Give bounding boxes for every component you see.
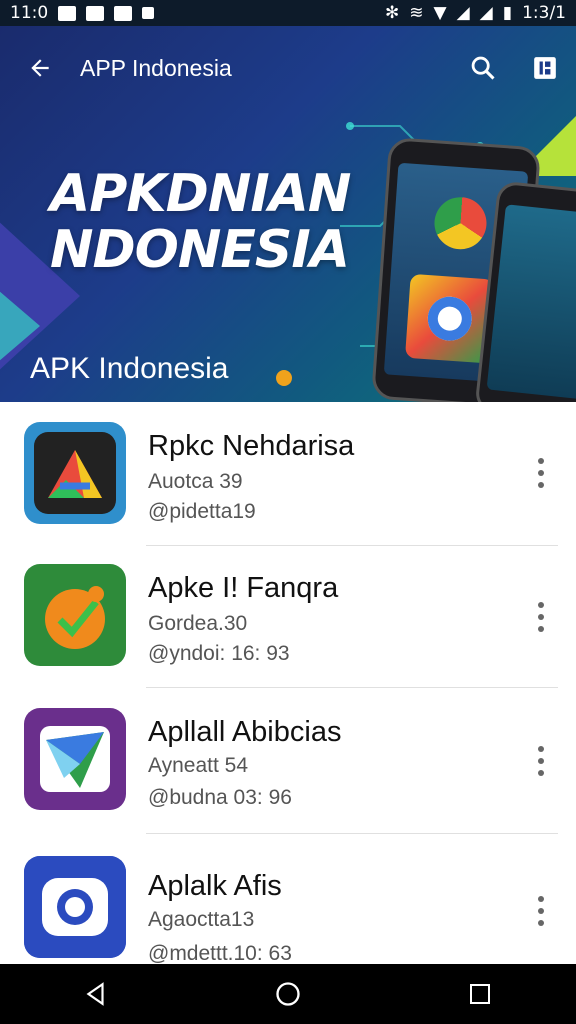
app-list: Rpkc Nehdarisa Auotca 39 @pidetta19 Apke… [0, 402, 576, 964]
arrow-app-icon [24, 708, 126, 810]
hero-headline-line2: NDONESIA [50, 220, 350, 280]
list-item[interactable]: Apke I! Fanqra Gordea.30 @yndoi: 16: 93 [0, 546, 576, 688]
search-icon [471, 56, 495, 80]
app-bar: APP Indonesia [0, 26, 576, 110]
list-item[interactable]: Apllall Abibcias Ayneatt 54 @budna 03: 9… [0, 688, 576, 834]
signal-icon: ◢ [456, 3, 470, 23]
list-item[interactable]: Aplalk Afis Agaoctta13 @mdettt.10: 63 [0, 834, 576, 964]
message-icon [58, 5, 77, 21]
image-icon [86, 5, 105, 21]
status-bar-right: ✻ ≋ ▼ ◢ ◢ ▮ 1:3/1 [385, 3, 566, 23]
status-time-left: 11:0 [10, 3, 49, 23]
app-name: Rpkc Nehdarisa [148, 430, 355, 462]
wifi-icon: ▼ [433, 3, 447, 23]
app-developer: @yndoi: 16: 93 [148, 642, 290, 665]
battery-icon: ▮ [502, 3, 513, 23]
fruit-app-icon [24, 564, 126, 666]
hero-headline: APKDNIAN NDONESIA [50, 164, 351, 280]
search-button[interactable] [452, 26, 514, 110]
vibrate-icon: ≋ [409, 3, 424, 23]
notification-icon [142, 7, 155, 19]
nav-back-button[interactable] [56, 964, 136, 1024]
app-detail: Auotca 39 [148, 470, 243, 493]
app-detail: Gordea.30 [148, 612, 248, 635]
camera-app-icon [24, 856, 126, 958]
app-title: APP Indonesia [80, 54, 232, 81]
app-developer: @pidetta19 [148, 500, 256, 523]
status-bar: 11:0 ✻ ≋ ▼ ◢ ◢ ▮ 1:3/1 [0, 0, 576, 26]
phone-screen [486, 204, 576, 400]
settings-status-icon: ✻ [385, 3, 400, 23]
app-developer: @budna 03: 96 [148, 786, 292, 809]
back-button[interactable] [0, 26, 80, 110]
cat-icon [114, 5, 133, 21]
home-circle-icon [276, 982, 300, 1006]
app-name: Aplalk Afis [148, 870, 282, 902]
app-detail: Agaoctta13 [148, 908, 255, 931]
app-menu-button[interactable] [514, 26, 576, 110]
more-options-button[interactable] [528, 896, 554, 926]
chrome-icon [432, 195, 489, 251]
arrow-left-icon [31, 59, 49, 77]
decor-dot [276, 370, 292, 386]
app-name: Apke I! Fanqra [148, 572, 339, 604]
nav-home-button[interactable] [248, 964, 328, 1024]
nav-recents-button[interactable] [440, 964, 520, 1024]
hero-headline-line1: APKDNIAN [50, 164, 351, 224]
triangle-app-icon [24, 422, 126, 524]
status-bar-left: 11:0 [10, 3, 155, 23]
list-item[interactable]: Rpkc Nehdarisa Auotca 39 @pidetta19 [0, 402, 576, 546]
status-time-right: 1:3/1 [522, 3, 566, 23]
no-signal-icon: ◢ [479, 3, 493, 23]
app-icon [534, 57, 556, 79]
app-developer: @mdettt.10: 63 [148, 942, 292, 964]
recents-square-icon [470, 984, 490, 1004]
more-options-button[interactable] [528, 458, 554, 488]
hero-subtitle: APK Indonesia [30, 352, 229, 385]
more-options-button[interactable] [528, 602, 554, 632]
back-triangle-icon [86, 982, 104, 1006]
navigation-bar [0, 964, 576, 1024]
more-options-button[interactable] [528, 746, 554, 776]
app-detail: Ayneatt 54 [148, 754, 249, 777]
app-name: Apllall Abibcias [148, 716, 342, 748]
